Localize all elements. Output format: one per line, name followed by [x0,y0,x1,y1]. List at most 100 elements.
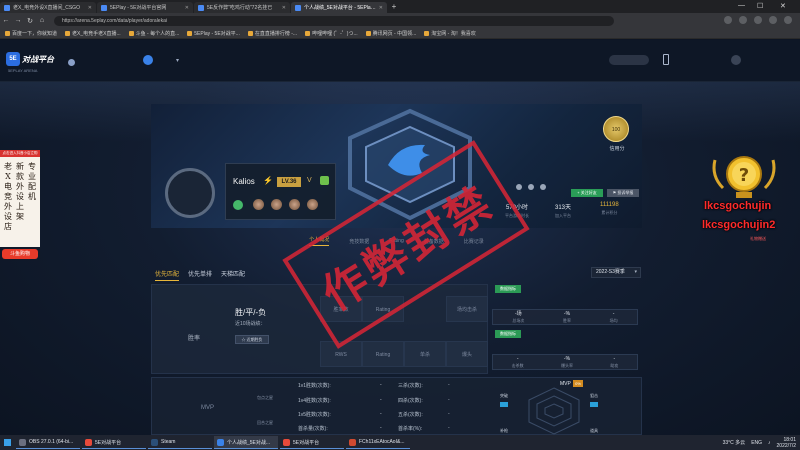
bookmark-item[interactable]: 在直直播排行榜 -... [247,30,297,37]
browser-tab[interactable]: 5EPlay - 5E对战平台官网 ✕ [97,2,193,13]
bookmark-item[interactable]: 百度一下，你就知道 [5,30,57,37]
star-icon[interactable] [528,184,534,190]
search-input[interactable] [609,55,649,65]
taskbar-item[interactable]: Steam [148,436,212,449]
start-icon[interactable] [0,435,14,450]
minimize-icon[interactable]: — [738,2,745,9]
weather-text[interactable]: 33°C 多云 [723,439,746,446]
level-badge: LV.36 [277,177,301,187]
back-icon[interactable]: ← [0,17,12,24]
app-icon [283,438,290,446]
data-item: - 助攻 [610,356,618,369]
data-value: -% [563,310,571,317]
taskbar-item-active[interactable]: 个人战绩_5E对战... [214,436,278,449]
tab-close-icon[interactable]: ✕ [282,5,286,11]
site-header: 5E 对战平台 5EPLAY ARENA [0,40,800,82]
tab-ladder[interactable]: 天梯匹配 [221,269,245,281]
bookmark-label: 哔哩哔哩 (゜-゜)つ... [312,30,358,37]
tab-priority-match[interactable]: 优先匹配 [155,269,180,281]
recent-results-button[interactable]: ☆ 近期胜负 [235,335,269,344]
bookmark-item[interactable]: 5EPlay - 5E对战平... [187,30,240,37]
maximize-icon[interactable]: ☐ [757,2,763,10]
follow-button[interactable]: + 关注好友 [571,189,603,197]
taskbar-item[interactable]: FCh11xEAtocAoI&... [346,436,410,449]
shop-button[interactable]: 斗鱼购物 [2,249,38,259]
report-button[interactable]: ⚑ 投诉举报 [607,189,639,197]
user-avatar[interactable] [731,55,741,65]
medal-icon [253,199,264,210]
browser-icon [217,438,224,446]
tab-close-icon[interactable]: ✕ [185,5,189,11]
stat-row-value: - [380,425,382,431]
browser-tab-active[interactable]: 个人战绩_5E对战平台 - 5EPlay对战 ✕ [291,2,387,13]
tab-close-icon[interactable]: ✕ [88,5,92,11]
taskbar-label: OBS 27.0.1 (64-bi... [29,439,74,445]
bookmark-label: 腾讯网页 - 中国领... [372,30,417,37]
new-tab-icon[interactable]: + [388,2,400,11]
close-window-icon[interactable]: ✕ [780,2,786,10]
bookmark-item[interactable]: 腾讯网页 - 中国领... [365,30,417,37]
clock[interactable]: 18:01 2022/7/2 [777,437,796,449]
mode-tabs: 优先匹配 优先单排 天梯匹配 [155,269,245,281]
share-icon[interactable] [516,184,522,190]
bookmark-item[interactable]: 哔哩哔哩 (゜-゜)つ... [305,30,358,37]
taskbar-item[interactable]: 5E对战平台 [82,436,146,449]
volume-icon[interactable]: ♪ [768,440,771,446]
menu-dot-icon[interactable] [68,59,75,66]
bookmark-item[interactable]: 老X_电竞手老X直播... [65,30,121,37]
url-input[interactable]: https://arena.5eplay.com/data/player/ado… [54,15,614,26]
bookmark-icon [365,30,371,36]
credit-score-label: 信用分 [609,146,625,152]
bookmark-label: 淘宝网 - 淘！我喜欢 [431,30,476,37]
shop-banner[interactable]: 点击进入抖音小店立购 [0,150,40,157]
more-icon[interactable] [540,184,546,190]
bookmark-icon [187,30,193,36]
shop-text: 专业配机 [28,162,36,201]
bookmark-icon [5,30,10,36]
radar-label: 补枪 [500,428,508,433]
site-logo[interactable]: 5E 对战平台 [6,50,60,68]
phone-icon[interactable] [663,54,669,65]
bookmark-label: 斗鱼 - 每个人的直... [135,30,180,37]
tab-close-icon[interactable]: ✕ [379,5,383,11]
steam-icon [151,438,158,446]
data-value: -% [563,355,571,362]
logo-name: 对战平台 [22,54,54,64]
radar-label: 突破 [500,393,508,398]
tab-solo-queue[interactable]: 优先单排 [188,269,212,281]
browser-tab[interactable]: 老X_电竞外设X直播间_CSGO ✕ [0,2,96,13]
season-select[interactable]: 2022-S3赛季 ▾ [591,267,641,278]
taskbar-item[interactable]: 5E对战平台 [280,436,344,449]
tab-label: 个人战绩_5E对战平台 - 5EPlay对战 [304,5,376,11]
chevron-down-icon[interactable]: ▾ [176,57,179,64]
forward-icon[interactable]: → [12,17,24,24]
favorites-icon[interactable] [739,16,747,24]
tab-favicon-icon [4,4,10,11]
taskbar-label: FCh11xEAtocAoI&... [359,439,405,445]
taskbar-item[interactable]: OBS 27.0.1 (64-bi... [16,436,80,449]
medal-icon [307,199,318,210]
collections-icon[interactable] [754,16,762,24]
bolt-icon: ⚡ [263,176,273,185]
extension-icon[interactable] [724,16,732,24]
stat-row-label: 三杀(次数): [398,383,423,389]
stat-row-value: - [380,382,382,388]
bookmark-icon [424,30,430,36]
bookmark-icon [305,30,311,36]
bookmark-label: 百度一下，你就知道 [12,30,58,37]
bookmark-item[interactable]: 斗鱼 - 每个人的直... [128,30,180,37]
bookmarks-bar: 百度一下，你就知道 老X_电竞手老X直播... 斗鱼 - 每个人的直... 5E… [0,28,800,39]
side-label: 回合之星 [257,420,273,425]
home-icon[interactable]: ⌂ [36,17,48,24]
profile-icon[interactable] [769,16,777,24]
shield-icon[interactable] [143,55,153,65]
language-indicator[interactable]: ENG [751,440,762,446]
menu-icon[interactable] [784,16,792,24]
reload-icon[interactable]: ↻ [24,17,36,25]
bookmark-item[interactable]: 淘宝网 - 淘！我喜欢 [424,30,476,37]
browser-tab[interactable]: 5E反作弊"吃鸡行动"72名挂已 ✕ [194,2,290,13]
player-name: Kalios [233,177,255,186]
trophy-icon: ? [712,156,776,198]
taskbar-label: Steam [161,439,176,445]
radar-chart [528,387,580,435]
